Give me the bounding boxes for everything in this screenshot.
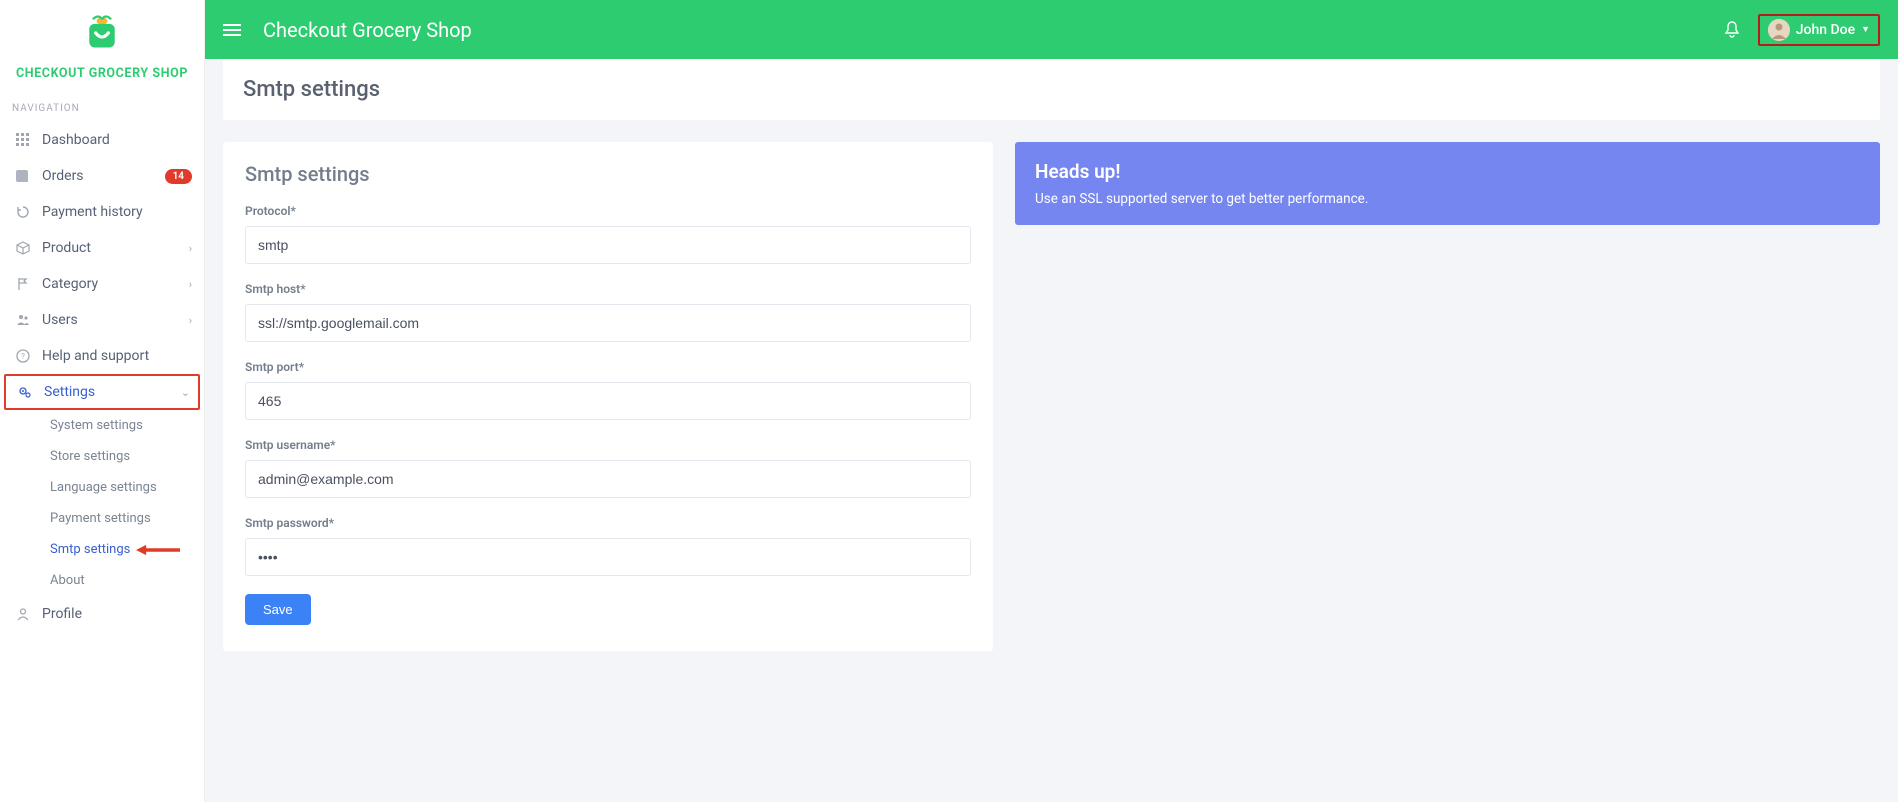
user-name: John Doe: [1796, 22, 1855, 38]
sidebar-item-users[interactable]: Users ›: [0, 302, 204, 338]
alert-title: Heads up!: [1035, 160, 1860, 183]
chevron-down-icon: ⌄: [181, 386, 190, 399]
sub-item-label: Store settings: [50, 449, 130, 464]
smtp-username-input[interactable]: [245, 460, 971, 498]
sub-item-label: Language settings: [50, 480, 157, 495]
sub-item-language-settings[interactable]: Language settings: [50, 472, 204, 503]
sidebar-item-label: Payment history: [42, 204, 192, 220]
sub-item-label: About: [50, 573, 85, 588]
sidebar-item-orders[interactable]: Orders 14: [0, 158, 204, 194]
app-title: Checkout Grocery Shop: [263, 18, 1724, 42]
sidebar-item-payment-history[interactable]: Payment history: [0, 194, 204, 230]
sidebar-item-profile[interactable]: Profile: [0, 596, 204, 632]
orders-badge: 14: [165, 169, 192, 184]
users-icon: [12, 313, 34, 327]
chevron-right-icon: ›: [189, 314, 192, 327]
settings-submenu: System settings Store settings Language …: [0, 410, 204, 596]
smtp-settings-card: Smtp settings Protocol* Smtp host* Smtp …: [223, 142, 993, 651]
alert-text: Use an SSL supported server to get bette…: [1035, 191, 1860, 207]
sidebar-item-label: Dashboard: [42, 132, 192, 148]
sub-item-smtp-settings[interactable]: Smtp settings: [50, 534, 204, 565]
sidebar-item-label: Profile: [42, 606, 192, 622]
sub-item-store-settings[interactable]: Store settings: [50, 441, 204, 472]
box-icon: [12, 241, 34, 255]
card-title: Smtp settings: [245, 162, 971, 186]
gears-icon: [14, 385, 36, 399]
sub-item-label: Payment settings: [50, 511, 151, 526]
grid-icon: [12, 133, 34, 147]
save-button[interactable]: Save: [245, 594, 311, 625]
history-icon: [12, 205, 34, 219]
brand-name: CHECKOUT GROCERY SHOP: [0, 62, 204, 95]
info-alert: Heads up! Use an SSL supported server to…: [1015, 142, 1880, 225]
left-arrow-icon: [136, 543, 180, 557]
menu-toggle-icon[interactable]: [223, 23, 241, 37]
notifications-icon[interactable]: [1724, 21, 1740, 39]
sidebar-item-label: Help and support: [42, 348, 192, 364]
sub-item-system-settings[interactable]: System settings: [50, 410, 204, 441]
sidebar-item-label: Product: [42, 240, 189, 256]
sidebar-item-label: Users: [42, 312, 189, 328]
user-icon: [12, 607, 34, 621]
flag-icon: [12, 277, 34, 291]
nav-section-header: NAVIGATION: [0, 95, 204, 122]
sub-item-label: System settings: [50, 418, 143, 433]
brand-logo: [0, 0, 204, 62]
user-menu[interactable]: John Doe ▼: [1758, 14, 1880, 46]
smtp-username-label: Smtp username*: [245, 438, 971, 452]
sidebar-item-category[interactable]: Category ›: [0, 266, 204, 302]
sub-item-about[interactable]: About: [50, 565, 204, 596]
sidebar-item-label: Category: [42, 276, 189, 292]
sidebar-item-help[interactable]: ? Help and support: [0, 338, 204, 374]
sidebar-item-label: Orders: [42, 168, 165, 184]
question-icon: ?: [12, 349, 34, 363]
smtp-password-input[interactable]: [245, 538, 971, 576]
chevron-right-icon: ›: [189, 242, 192, 255]
sub-item-payment-settings[interactable]: Payment settings: [50, 503, 204, 534]
sidebar-item-settings[interactable]: Settings ⌄: [4, 374, 200, 410]
main-area: Checkout Grocery Shop John Doe ▼ Smtp se…: [205, 0, 1898, 802]
avatar: [1768, 19, 1790, 41]
smtp-host-label: Smtp host*: [245, 282, 971, 296]
smtp-password-label: Smtp password*: [245, 516, 971, 530]
book-icon: [12, 169, 34, 183]
sidebar-item-label: Settings: [44, 384, 181, 400]
smtp-host-input[interactable]: [245, 304, 971, 342]
protocol-input[interactable]: [245, 226, 971, 264]
smtp-port-input[interactable]: [245, 382, 971, 420]
smtp-port-label: Smtp port*: [245, 360, 971, 374]
chevron-right-icon: ›: [189, 278, 192, 291]
sidebar-item-dashboard[interactable]: Dashboard: [0, 122, 204, 158]
topbar: Checkout Grocery Shop John Doe ▼: [205, 0, 1898, 59]
sub-item-label: Smtp settings: [50, 542, 130, 557]
sidebar-item-product[interactable]: Product ›: [0, 230, 204, 266]
svg-text:?: ?: [21, 352, 25, 361]
caret-down-icon: ▼: [1861, 24, 1870, 35]
protocol-label: Protocol*: [245, 204, 971, 218]
sidebar: CHECKOUT GROCERY SHOP NAVIGATION Dashboa…: [0, 0, 205, 802]
page-title: Smtp settings: [223, 59, 1880, 120]
